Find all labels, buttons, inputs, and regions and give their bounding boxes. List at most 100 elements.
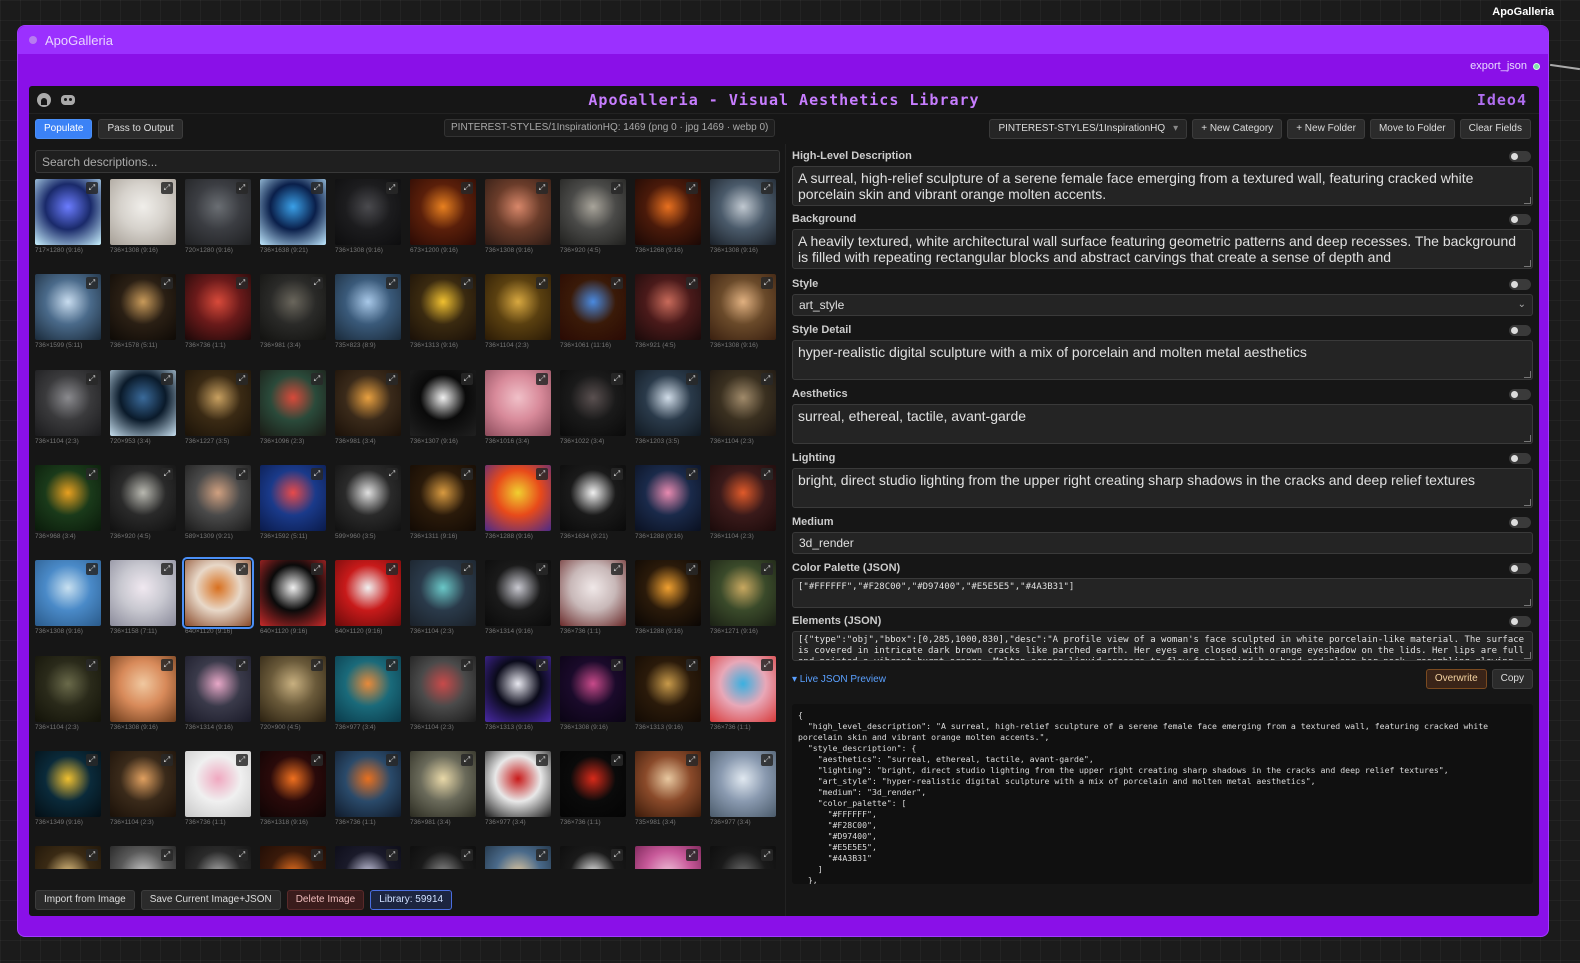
expand-icon[interactable]: ⤢ [461,753,473,766]
gallery-thumbnail[interactable]: ⤢ 736×1308 (9:16) [710,179,776,254]
expand-icon[interactable]: ⤢ [161,658,173,671]
gallery-thumbnail[interactable]: ⤢ 736×1314 (9:16) [485,560,551,635]
expand-icon[interactable]: ⤢ [161,277,173,290]
expand-icon[interactable]: ⤢ [686,658,698,671]
gallery-thumbnail[interactable]: ⤢ 736×1308 (9:16) [110,179,176,254]
gallery-thumbnail[interactable]: ⤢ 736×736 (1:1) [185,750,251,826]
thumbnail-image[interactable]: ⤢ [410,464,476,531]
expand-icon[interactable]: ⤢ [461,467,473,480]
thumbnail-image[interactable]: ⤢ [182,557,254,630]
gallery-thumbnail[interactable]: ⤢ 736×1203 (3:5) [635,369,701,445]
thumbnail-image[interactable]: ⤢ [35,464,101,531]
thumbnail-image[interactable]: ⤢ [485,560,551,627]
gallery-thumbnail[interactable]: ⤢ 736×1308 (9:16) [485,179,551,254]
thumbnail-image[interactable]: ⤢ [560,560,626,627]
gallery-thumbnail[interactable]: ⤢ 736×736 (1:1) [560,560,626,635]
thumbnail-image[interactable]: ⤢ [635,750,701,817]
thumbnail-image[interactable]: ⤢ [560,464,626,531]
style-detail-input[interactable]: hyper-realistic digital sculpture with a… [792,340,1533,380]
library-count-badge[interactable]: Library: 59914 [370,890,453,910]
gallery-thumbnail[interactable]: ⤢ 736×1578 (5:11) [110,274,176,349]
expand-icon[interactable]: ⤢ [686,277,698,290]
expand-icon[interactable]: ⤢ [386,658,398,671]
thumbnail-image[interactable]: ⤢ [710,369,776,436]
gallery-thumbnail[interactable]: ⤢ 736×977 (3:4) [485,750,551,826]
thumbnail-image[interactable]: ⤢ [710,750,776,817]
github-icon[interactable] [37,92,51,107]
gallery-thumbnail[interactable]: ⤢ 736×1308 (9:16) [710,274,776,349]
expand-icon[interactable]: ⤢ [236,563,248,576]
high-level-description-input[interactable]: A surreal, high-relief sculpture of a se… [792,166,1533,206]
thumbnail-image[interactable]: ⤢ [560,274,626,341]
expand-icon[interactable]: ⤢ [86,849,98,862]
gallery-thumbnail[interactable]: ⤢ 736×920 (4:5) [110,464,176,540]
thumbnail-image[interactable]: ⤢ [410,179,476,245]
expand-icon[interactable]: ⤢ [761,658,773,671]
expand-icon[interactable]: ⤢ [761,277,773,290]
thumbnail-image[interactable]: ⤢ [485,464,551,531]
gallery-thumbnail[interactable]: ⤢ 736×1104 (2:3) [710,464,776,540]
gallery-thumbnail[interactable]: ⤢ 736×1307 (9:16) [410,369,476,445]
thumbnail-image[interactable]: ⤢ [710,274,776,341]
expand-icon[interactable]: ⤢ [86,372,98,385]
thumbnail-image[interactable]: ⤢ [260,464,326,531]
thumbnail-image[interactable]: ⤢ [635,560,701,627]
gallery-thumbnail[interactable]: ⤢ [485,846,551,869]
expand-icon[interactable]: ⤢ [86,277,98,290]
gallery-thumbnail[interactable]: ⤢ 736×977 (3:4) [710,750,776,826]
thumbnail-image[interactable]: ⤢ [485,179,551,245]
gallery-thumbnail[interactable]: ⤢ 640×1120 (9:16) [182,557,254,635]
thumbnail-image[interactable]: ⤢ [710,560,776,627]
gallery-thumbnail[interactable]: ⤢ 673×1200 (9:16) [410,179,476,254]
expand-icon[interactable]: ⤢ [761,182,773,194]
thumbnail-image[interactable]: ⤢ [410,369,476,436]
gallery-thumbnail[interactable]: ⤢ [410,846,476,869]
aesthetics-input[interactable]: surreal, ethereal, tactile, avant-garde [792,404,1533,444]
expand-icon[interactable]: ⤢ [611,467,623,480]
thumbnail-image[interactable]: ⤢ [110,464,176,531]
field-toggle[interactable] [1509,389,1531,400]
gallery-thumbnail[interactable]: ⤢ 736×1313 (9:16) [635,655,701,731]
gallery-thumbnail[interactable]: ⤢ [185,846,251,869]
thumbnail-image[interactable]: ⤢ [260,846,326,869]
gallery-thumbnail[interactable]: ⤢ 736×1311 (9:16) [410,464,476,540]
thumbnail-image[interactable]: ⤢ [110,274,176,341]
gallery-thumbnail[interactable]: ⤢ 736×1061 (11:16) [560,274,626,349]
thumbnail-image[interactable]: ⤢ [185,655,251,722]
expand-icon[interactable]: ⤢ [761,372,773,385]
expand-icon[interactable]: ⤢ [461,372,473,385]
thumbnail-image[interactable]: ⤢ [635,846,701,869]
gallery-thumbnail[interactable]: ⤢ 736×981 (3:4) [410,750,476,826]
expand-icon[interactable]: ⤢ [461,182,473,194]
expand-icon[interactable]: ⤢ [611,849,623,862]
field-toggle[interactable] [1509,616,1531,627]
expand-icon[interactable]: ⤢ [686,372,698,385]
expand-icon[interactable]: ⤢ [236,372,248,385]
expand-icon[interactable]: ⤢ [536,658,548,671]
gallery-thumbnail[interactable]: ⤢ 717×1280 (9:16) [35,179,101,254]
expand-icon[interactable]: ⤢ [161,753,173,766]
thumbnail-image[interactable]: ⤢ [260,369,326,436]
expand-icon[interactable]: ⤢ [611,182,623,194]
thumbnail-image[interactable]: ⤢ [335,179,401,245]
gallery-thumbnail[interactable]: ⤢ 736×1096 (2:3) [260,369,326,445]
thumbnail-image[interactable]: ⤢ [35,369,101,436]
expand-icon[interactable]: ⤢ [386,277,398,290]
expand-icon[interactable]: ⤢ [536,372,548,385]
expand-icon[interactable]: ⤢ [536,849,548,862]
gallery-thumbnail[interactable]: ⤢ 640×1120 (9:16) [260,560,326,635]
gallery-thumbnail[interactable]: ⤢ [635,846,701,869]
thumbnail-image[interactable]: ⤢ [260,655,326,722]
style-select[interactable]: art_style ⌄ [792,294,1533,316]
gallery-thumbnail[interactable]: ⤢ [260,846,326,869]
gallery-thumbnail[interactable]: ⤢ 736×1104 (2:3) [710,369,776,445]
output-connector-icon[interactable] [1533,62,1540,70]
expand-icon[interactable]: ⤢ [86,753,98,766]
gallery-thumbnail[interactable]: ⤢ 720×900 (4:5) [260,655,326,731]
gallery-thumbnail[interactable]: ⤢ 736×1288 (9:16) [635,560,701,635]
expand-icon[interactable]: ⤢ [236,849,248,862]
expand-icon[interactable]: ⤢ [386,563,398,576]
thumbnail-image[interactable]: ⤢ [635,369,701,436]
thumbnail-image[interactable]: ⤢ [35,750,101,817]
pass-to-output-button[interactable]: Pass to Output [98,119,183,139]
